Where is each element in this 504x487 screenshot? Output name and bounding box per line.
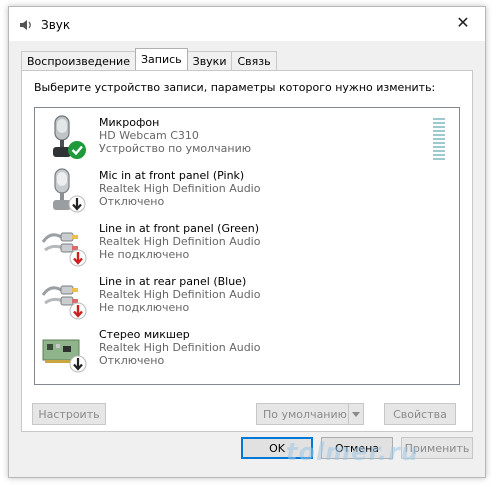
window-title: Звук	[41, 18, 71, 32]
set-default-label: По умолчанию	[263, 407, 347, 421]
device-driver: Realtek High Definition Audio	[99, 235, 261, 248]
device-name: Стерео микшер	[99, 328, 190, 341]
instruction-text: Выберите устройство записи, параметры ко…	[34, 81, 436, 94]
tab-communications[interactable]: Связь	[231, 51, 277, 70]
device-status: Не подключено	[99, 248, 190, 261]
device-name: Микрофон	[99, 116, 160, 129]
device-status: Не подключено	[99, 301, 190, 314]
close-icon: ✕	[456, 12, 470, 32]
device-driver: HD Webcam C310	[99, 129, 199, 142]
device-name: Line in at rear panel (Blue)	[99, 275, 247, 288]
recording-panel: Выберите устройство записи, параметры ко…	[21, 70, 473, 432]
speaker-icon	[20, 20, 31, 30]
sound-dialog: Звук ✕ Воспроизведение Запись Звуки Связ…	[8, 6, 486, 478]
device-status: Устройство по умолчанию	[99, 142, 252, 155]
line-in-cable-icon	[41, 232, 87, 267]
microphone-icon	[53, 168, 86, 213]
microphone-icon	[53, 115, 86, 159]
tab-sounds[interactable]: Звуки	[186, 51, 233, 70]
set-default-button[interactable]: По умолчанию	[256, 403, 364, 425]
tab-playback[interactable]: Воспроизведение	[21, 51, 136, 70]
device-driver: Realtek High Definition Audio	[99, 182, 261, 195]
tab-recording[interactable]: Запись	[134, 48, 188, 70]
close-button[interactable]: ✕	[441, 7, 485, 37]
chevron-down-icon[interactable]	[348, 404, 363, 424]
device-item-mic-front-pink[interactable]: Mic in at front panel (Pink) Realtek Hig…	[41, 165, 441, 217]
device-status: Отключено	[99, 195, 165, 208]
device-driver: Realtek High Definition Audio	[99, 341, 261, 354]
default-check-icon	[68, 141, 86, 159]
device-status: Отключено	[99, 354, 165, 367]
device-item-microphone[interactable]: Микрофон HD Webcam C310 Устройство по ум…	[41, 112, 441, 164]
watermark-logo: tolmer.ru	[286, 438, 419, 466]
configure-button[interactable]: Настроить	[32, 403, 106, 425]
sound-card-icon	[42, 339, 87, 373]
device-name: Mic in at front panel (Pink)	[99, 169, 245, 182]
device-item-line-front-green[interactable]: Line in at front panel (Green) Realtek H…	[41, 218, 441, 270]
device-item-stereo-mix[interactable]: Стерео микшер Realtek High Definition Au…	[41, 324, 441, 376]
title-bar: Звук ✕	[9, 7, 485, 41]
device-item-line-rear-blue[interactable]: Line in at rear panel (Blue) Realtek Hig…	[41, 271, 441, 323]
tab-strip: Воспроизведение Запись Звуки Связь	[21, 48, 277, 71]
input-level-meter	[433, 118, 445, 160]
properties-button[interactable]: Свойства	[384, 403, 456, 425]
recording-device-list[interactable]: Микрофон HD Webcam C310 Устройство по ум…	[34, 107, 460, 385]
device-driver: Realtek High Definition Audio	[99, 288, 261, 301]
device-name: Line in at front panel (Green)	[99, 222, 260, 235]
line-in-cable-icon	[41, 285, 87, 320]
